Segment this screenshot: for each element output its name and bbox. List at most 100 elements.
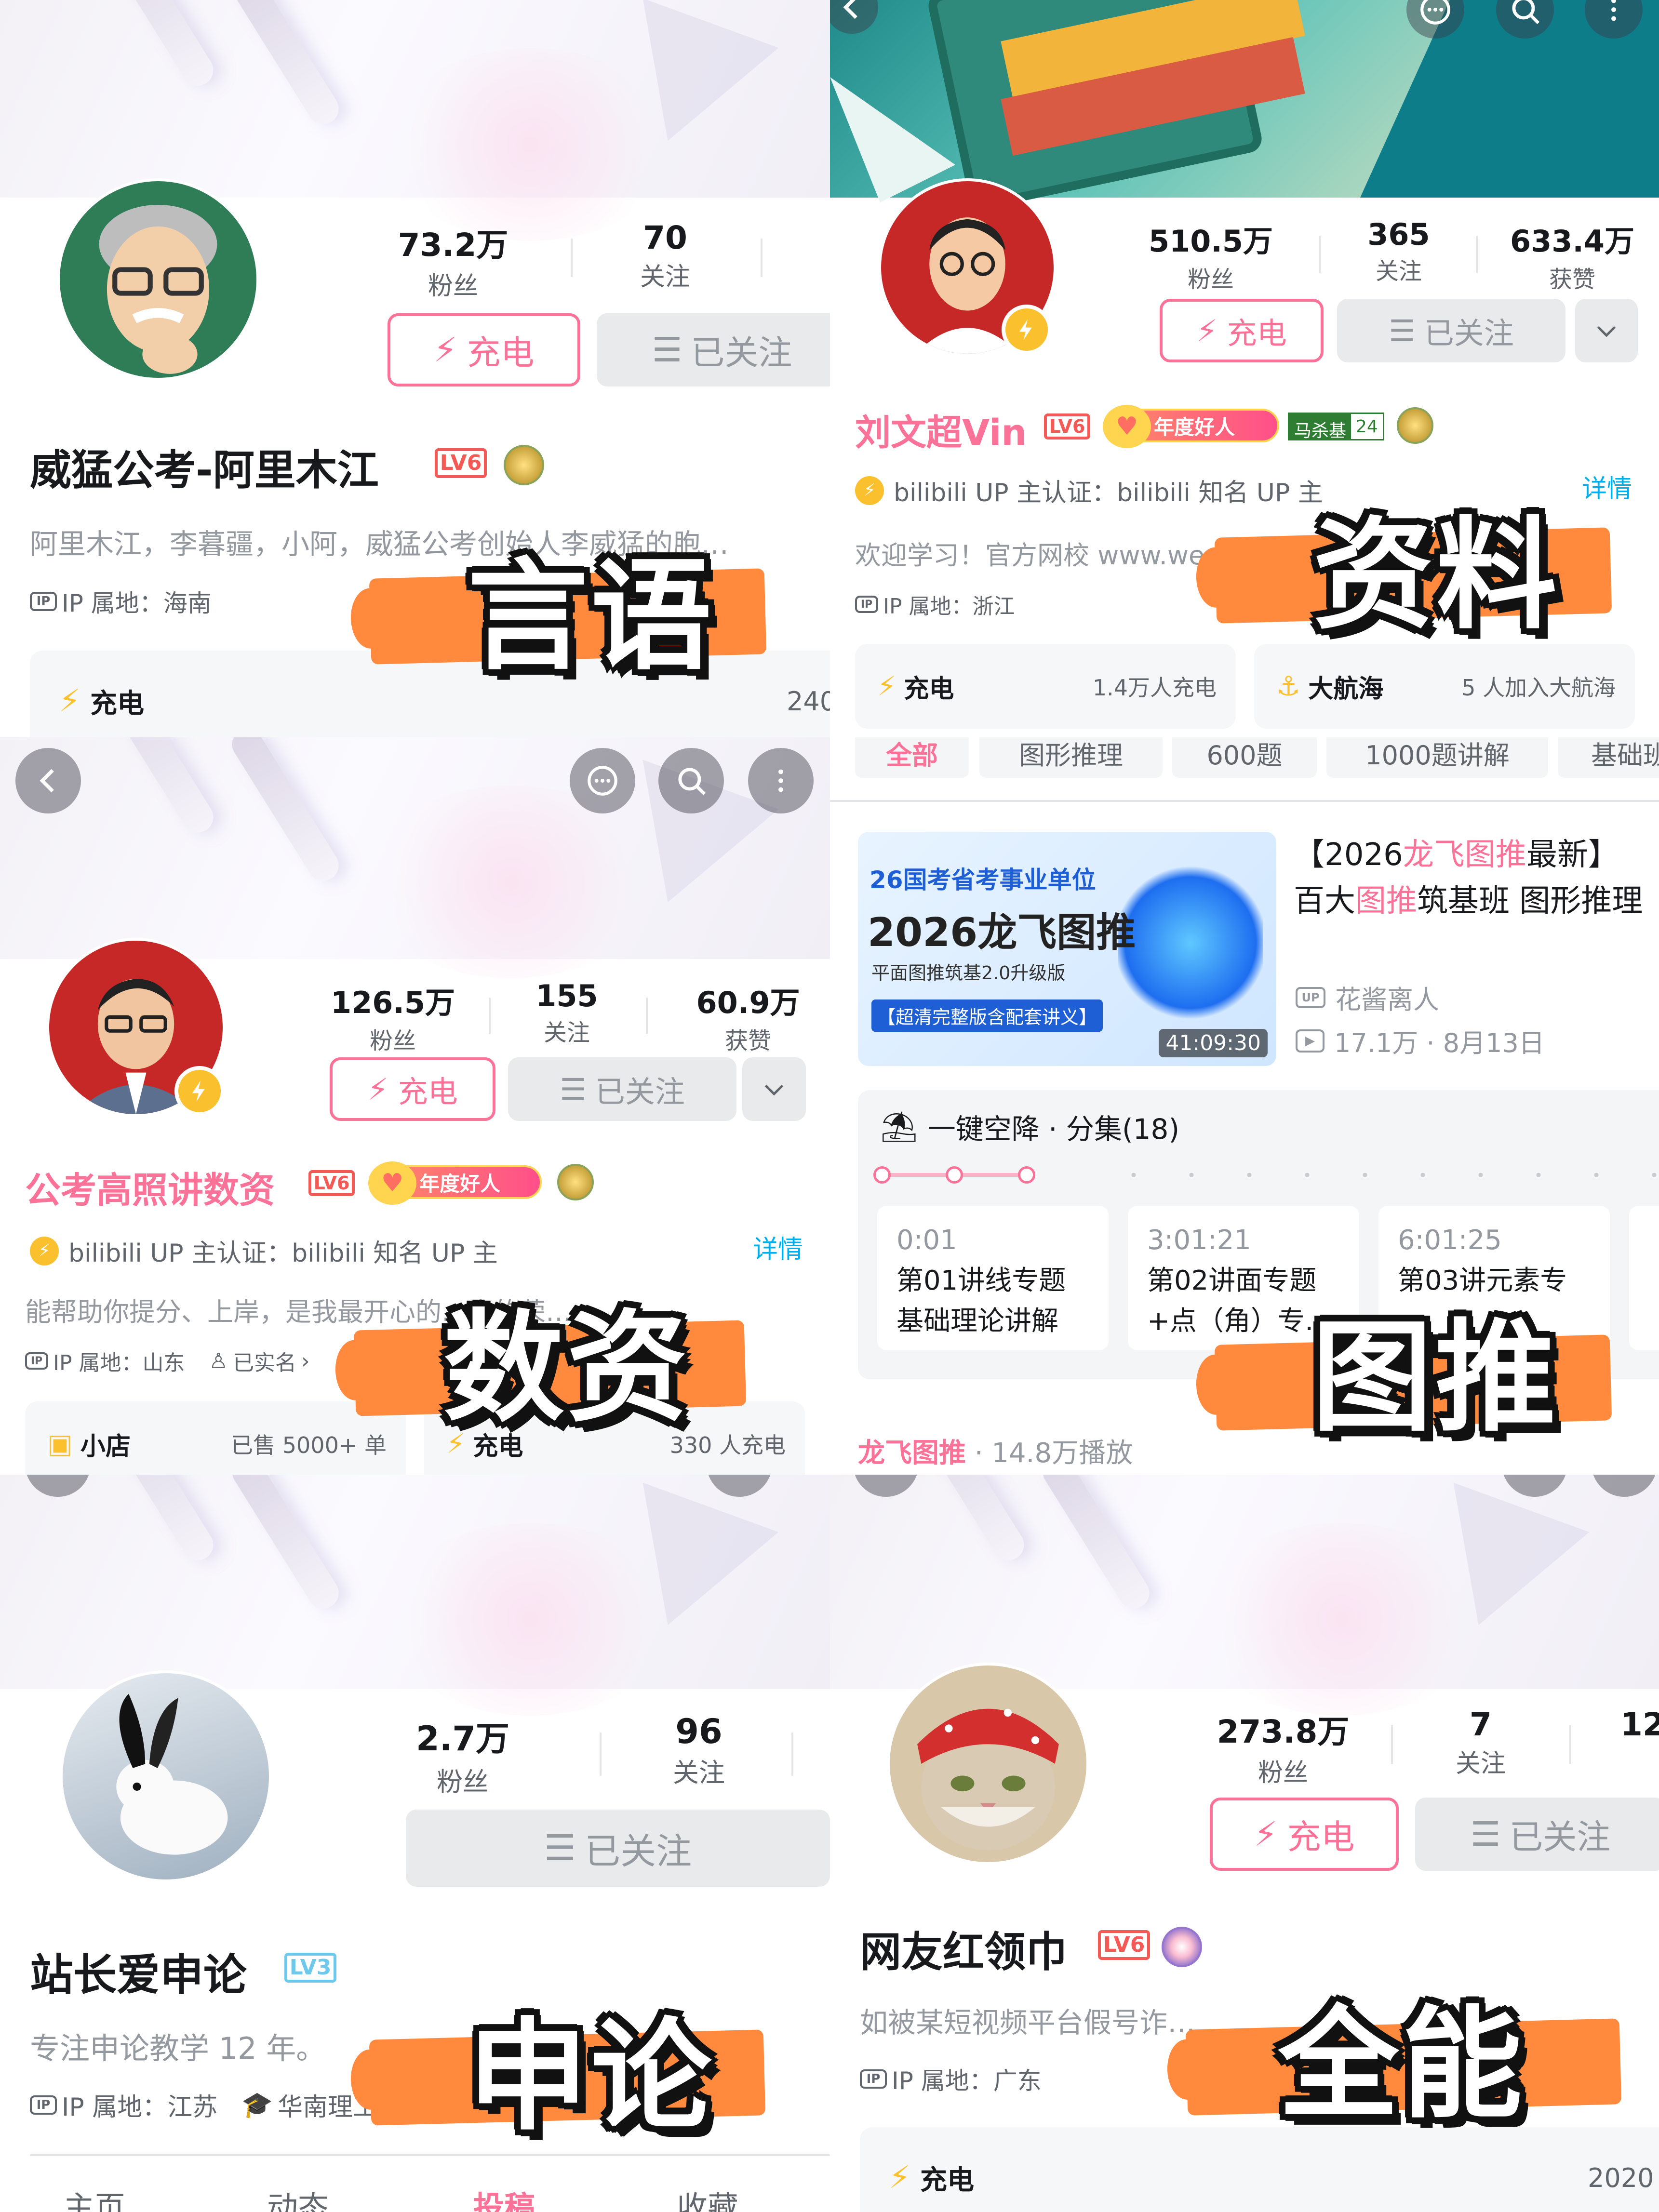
ip-icon: IP: [860, 2069, 887, 2089]
followed-button[interactable]: ☰ 已关注: [406, 1810, 830, 1887]
charge-card[interactable]: ⚡ 充电 1.4万人充电: [855, 644, 1236, 729]
mashaji-badge: 马杀基 24: [1288, 413, 1384, 441]
following-stat[interactable]: 96 关注: [641, 1712, 757, 1789]
bio: 欢迎学习！官方网校 www.wenc: [855, 540, 1236, 571]
lightning-icon: ⚡: [1254, 1814, 1278, 1854]
overlay-caption: 言语: [468, 546, 714, 686]
video-thumbnail[interactable]: 26国考省考事业单位 2026龙飞图推 平面图推筑基2.0升级版 【超清完整版含…: [858, 832, 1276, 1066]
shop-card[interactable]: ▣ 小店 已售 5000+ 单: [25, 1401, 406, 1475]
overlay-caption: 数资: [443, 1298, 690, 1438]
message-icon[interactable]: [570, 748, 635, 813]
detail-link[interactable]: 详情: [753, 1229, 803, 1265]
back-button[interactable]: [15, 748, 81, 813]
level-badge: LV3: [284, 1953, 336, 1983]
voyage-card[interactable]: ⚓ 大航海 5 人加入大航海: [1254, 644, 1635, 729]
heart-icon: ♥: [368, 1161, 416, 1205]
dropdown-button[interactable]: [742, 1057, 806, 1121]
avatar[interactable]: [887, 1663, 1089, 1865]
verified-badge: [174, 1066, 225, 1116]
charge-button[interactable]: ⚡ 充电: [388, 313, 580, 386]
charge-button[interactable]: ⚡ 充电: [1210, 1798, 1399, 1871]
username: 刘文超Vin: [855, 412, 1027, 453]
tab-basic[interactable]: 基础班: [1558, 737, 1659, 778]
following-stat[interactable]: 155 关注: [509, 978, 625, 1047]
detail-link[interactable]: 详情: [1582, 468, 1632, 505]
ship-icon: ⚓: [1276, 670, 1301, 702]
episode-progress[interactable]: [873, 1165, 1659, 1185]
realname-icon: ♙: [209, 1348, 228, 1373]
following-stat[interactable]: 7 关注: [1432, 1706, 1529, 1779]
ip-icon: IP: [30, 592, 57, 611]
likes-stat[interactable]: 12: [1620, 1706, 1659, 1743]
following-stat[interactable]: 70 关注: [607, 219, 723, 293]
up-icon: UP: [1296, 986, 1325, 1008]
medal-icon: [504, 445, 544, 485]
episode-card[interactable]: [1629, 1206, 1659, 1350]
tab-600[interactable]: 600题: [1172, 737, 1317, 778]
overlay-caption: 图推: [1312, 1307, 1559, 1448]
charge-button[interactable]: ⚡ 充电: [330, 1057, 495, 1121]
ip-location: IP IP 属地：海南: [30, 584, 212, 619]
following-stat[interactable]: 365 关注: [1341, 217, 1457, 286]
verified-badge: [1002, 305, 1052, 355]
bio: 如被某短视频平台假号诈…: [860, 2006, 1196, 2039]
video-author[interactable]: UP 花酱离人: [1296, 978, 1439, 1016]
fans-stat[interactable]: 126.5万 粉丝: [318, 978, 468, 1055]
video-panel-tutui: 全部 图形推理 600题 1000题讲解 基础班 26国考省考事业单位 2026…: [830, 737, 1659, 1475]
username: 威猛公考-阿里木江: [30, 446, 379, 494]
followed-button[interactable]: ☰ 已关注: [1415, 1798, 1659, 1871]
fans-stat[interactable]: 73.2万 粉丝: [376, 219, 530, 302]
username: 网友红领巾: [860, 1928, 1067, 1976]
tab-favorites[interactable]: 收藏: [677, 2183, 738, 2212]
medal-icon: [1397, 407, 1433, 444]
likes-stat[interactable]: 60.9万 获赞: [671, 978, 825, 1055]
avatar[interactable]: [60, 1670, 272, 1882]
tab-figure-reasoning[interactable]: 图形推理: [979, 737, 1163, 778]
level-badge: LV6: [1044, 413, 1090, 440]
profile-panel-shenlun: 2.7万 粉丝 96 关注 ☰ 已关注 站长爱申论 LV3 专注申论教学 12 年。 …: [0, 1475, 830, 2212]
menu-icon: ☰: [544, 1827, 576, 1869]
category-tabs: 全部 图形推理 600题 1000题讲解 基础班: [855, 737, 1659, 778]
tab-all[interactable]: 全部: [855, 737, 969, 778]
avatar[interactable]: [57, 178, 259, 381]
ip-icon: IP: [30, 2095, 57, 2115]
fans-stat[interactable]: 273.8万 粉丝: [1206, 1706, 1360, 1788]
username: 公考高照讲数资: [25, 1170, 275, 1211]
medal-icon: [1162, 1927, 1202, 1967]
fans-stat[interactable]: 2.7万 粉丝: [386, 1712, 540, 1799]
duration-badge: 41:09:30: [1159, 1029, 1268, 1057]
tab-1000[interactable]: 1000题讲解: [1326, 737, 1548, 778]
profile-banner: [0, 0, 830, 241]
episode-card[interactable]: 0:01 第01讲线专题 基础理论讲解: [877, 1206, 1109, 1350]
ip-icon: IP: [25, 1352, 48, 1370]
more-icon[interactable]: [748, 748, 814, 813]
overlay-caption: 全能: [1278, 1994, 1525, 2134]
airdrop-button[interactable]: ⛱ 一键空降 · 分集(18): [880, 1106, 1179, 1147]
likes-stat[interactable]: 633.4万 获赞: [1495, 217, 1649, 294]
series-footer: 龙飞图推 · 14.8万播放: [858, 1438, 1133, 1469]
profile-banner: [0, 1475, 830, 1716]
video-title[interactable]: 【2026龙飞图推最新】 百大图推筑基班 图形推理: [1294, 832, 1643, 924]
lightning-icon: ⚡: [59, 683, 80, 719]
verify-row: ⚡ bilibili UP 主认证：bilibili 知名 UP 主: [30, 1233, 498, 1269]
dropdown-button[interactable]: [1575, 299, 1638, 362]
verified-icon: ⚡: [855, 476, 884, 505]
tab-home[interactable]: 主页: [64, 2183, 125, 2212]
shop-icon: ▣: [47, 1428, 73, 1460]
followed-button[interactable]: ☰ 已关注: [508, 1057, 736, 1121]
followed-button[interactable]: ☰ 已关注: [1337, 299, 1565, 362]
lightning-icon: ⚡: [367, 1071, 388, 1107]
fans-stat[interactable]: 510.5万 粉丝: [1138, 217, 1283, 294]
charge-button[interactable]: ⚡ 充电: [1160, 299, 1324, 362]
lightning-icon: ⚡: [433, 330, 457, 370]
tab-dynamic[interactable]: 动态: [267, 2183, 329, 2212]
charge-card[interactable]: ⚡ 充电 2020: [860, 2127, 1659, 2212]
level-badge: LV6: [435, 448, 487, 478]
search-icon[interactable]: [658, 748, 724, 813]
ip-location: IP IP 属地：浙江: [855, 589, 1015, 620]
followed-button[interactable]: ☰ 已关注: [597, 313, 830, 386]
verify-row: ⚡ bilibili UP 主认证：bilibili 知名 UP 主: [855, 472, 1323, 508]
profile-panel-shuzi: 126.5万 粉丝 155 关注 60.9万 获赞 ⚡ 充电 ☰ 已关注 公考高照讲数资 …: [0, 737, 830, 1475]
menu-icon: ☰: [1389, 313, 1416, 348]
tab-uploads[interactable]: 投稿: [473, 2183, 535, 2212]
